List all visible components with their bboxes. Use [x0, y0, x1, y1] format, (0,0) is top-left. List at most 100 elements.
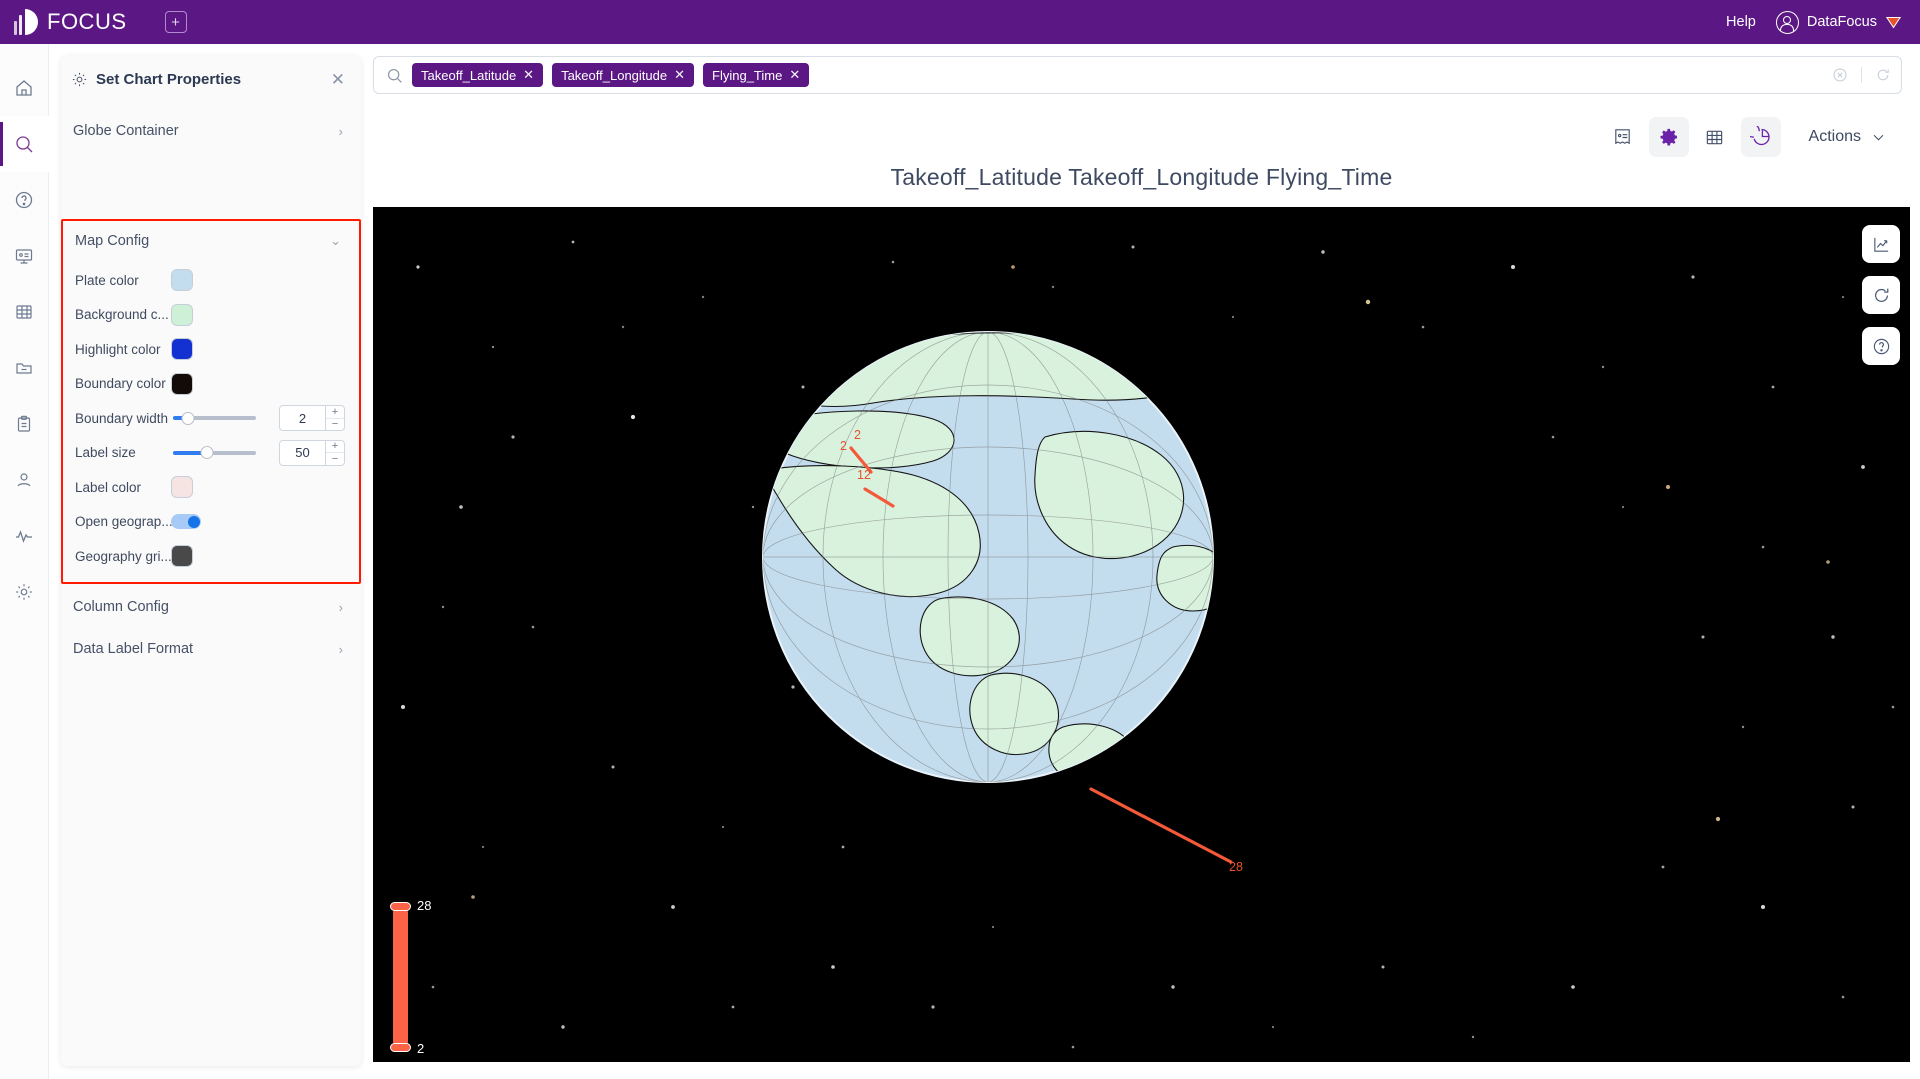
sidebar-item-settings[interactable]: [0, 564, 49, 620]
plus-square-icon[interactable]: +: [164, 11, 187, 33]
datafocus-diamond-icon: [1885, 16, 1902, 28]
sidebar-item-activity[interactable]: [0, 508, 49, 564]
left-icon-rail: [0, 44, 49, 1079]
geography-grid-color-swatch[interactable]: [171, 545, 193, 568]
legend-min-value: 2: [417, 1041, 425, 1056]
sidebar-item-user[interactable]: [0, 452, 49, 508]
stepper-decrement[interactable]: −: [326, 453, 344, 465]
label-color-swatch[interactable]: [171, 476, 193, 499]
sidebar-item-clipboard[interactable]: [0, 396, 49, 452]
user-name-label: DataFocus: [1806, 14, 1877, 30]
sidebar-item-search[interactable]: [0, 116, 49, 172]
section-data-label-format[interactable]: Data Label Format ›: [61, 628, 361, 670]
chart-properties-panel: Set Chart Properties ✕ Globe Container ›…: [61, 56, 361, 1066]
globe-visualization[interactable]: Australia 2 2 12 28 28 2: [373, 207, 1910, 1062]
map-config-section: Map Config ⌄ Plate color Background c...…: [61, 219, 361, 584]
property-label: Label color: [75, 479, 142, 495]
property-label: Boundary width: [75, 410, 169, 426]
table-grid-icon[interactable]: [1695, 117, 1735, 157]
property-row-boundary-width: Boundary width 2 + −: [63, 401, 359, 436]
section-label: Globe Container: [73, 123, 179, 139]
flight-arc-3: [1089, 787, 1233, 864]
chart-title: Takeoff_Latitude Takeoff_Longitude Flyin…: [890, 164, 1393, 190]
boundary-color-swatch[interactable]: [171, 372, 193, 395]
property-row-open-geography: Open geograp...: [63, 505, 359, 540]
property-label: Highlight color: [75, 341, 161, 357]
label-size-stepper[interactable]: 50 + −: [279, 439, 345, 466]
property-row-label-size: Label size 50 + −: [63, 436, 359, 471]
property-row-geography-grid: Geography gri...: [63, 539, 359, 574]
stepper-increment[interactable]: +: [326, 441, 344, 454]
top-navigation-bar: FOCUS + Help DataFocus: [0, 0, 1920, 44]
property-row-label-color: Label color: [63, 470, 359, 505]
close-icon[interactable]: ✕: [331, 71, 345, 88]
close-icon[interactable]: ✕: [523, 67, 534, 83]
receipt-icon[interactable]: [1603, 117, 1643, 157]
search-icon: [386, 67, 403, 84]
arc-label-0: 2: [854, 428, 861, 442]
globe-sphere[interactable]: Australia 2 2 12 28: [373, 207, 1910, 1062]
token-label: Takeoff_Latitude: [421, 67, 517, 83]
property-label: Open geograp...: [75, 514, 173, 530]
color-legend[interactable]: 28 2: [385, 896, 445, 1056]
stepper-increment[interactable]: +: [326, 406, 344, 419]
token-label: Takeoff_Longitude: [561, 67, 668, 83]
question-circle-icon[interactable]: [1862, 327, 1900, 365]
panel-title: Set Chart Properties: [96, 70, 242, 88]
label-size-slider[interactable]: [173, 445, 256, 461]
sidebar-item-folder[interactable]: [0, 340, 49, 396]
section-label: Column Config: [73, 599, 169, 615]
clear-circle-icon[interactable]: [1832, 67, 1848, 83]
section-globe-container[interactable]: Globe Container ›: [61, 110, 361, 152]
user-circle-icon: [1775, 10, 1799, 34]
arc-label-1: 2: [840, 439, 847, 453]
stepper-decrement[interactable]: −: [326, 419, 344, 431]
focus-logo-mark: [14, 9, 38, 35]
search-token-flying-time[interactable]: Flying_Time ✕: [703, 63, 810, 87]
panel-header: Set Chart Properties ✕: [61, 56, 361, 102]
divider: [1861, 67, 1862, 83]
close-icon[interactable]: ✕: [674, 67, 685, 83]
legend-handle-min[interactable]: [390, 1043, 411, 1052]
section-map-config[interactable]: Map Config ⌄: [63, 221, 359, 261]
brand-logo: FOCUS: [14, 9, 127, 35]
globe-side-toolbar: [1862, 225, 1900, 365]
actions-button[interactable]: Actions: [1809, 128, 1886, 146]
boundary-width-slider[interactable]: [173, 410, 256, 426]
highlighted-country-australia: [976, 778, 1161, 782]
open-geography-toggle[interactable]: [171, 514, 201, 530]
chevron-right-icon: ›: [338, 123, 343, 139]
refresh-icon[interactable]: [1875, 67, 1891, 83]
property-row-highlight-color: Highlight color: [63, 332, 359, 367]
search-bar[interactable]: Takeoff_Latitude ✕ Takeoff_Longitude ✕ F…: [373, 56, 1902, 94]
actions-label: Actions: [1808, 128, 1861, 145]
refresh-icon[interactable]: [1862, 276, 1900, 314]
sidebar-item-table[interactable]: [0, 284, 49, 340]
search-token-takeoff-latitude[interactable]: Takeoff_Latitude ✕: [412, 63, 544, 87]
chart-toolbar: Actions: [373, 112, 1910, 162]
user-menu[interactable]: DataFocus: [1775, 10, 1902, 34]
pie-chart-icon[interactable]: [1740, 117, 1781, 157]
legend-gradient-bar: [393, 906, 408, 1048]
property-label: Plate color: [75, 272, 139, 288]
sidebar-item-presentation[interactable]: [0, 228, 49, 284]
country-label-australia: Australia: [1036, 812, 1097, 841]
gear-icon: [71, 71, 88, 88]
search-token-takeoff-longitude[interactable]: Takeoff_Longitude ✕: [552, 63, 695, 87]
sidebar-item-help[interactable]: [0, 172, 49, 228]
close-icon[interactable]: ✕: [789, 67, 800, 83]
token-label: Flying_Time: [712, 67, 783, 83]
property-row-background-color: Background c...: [63, 298, 359, 333]
boundary-width-stepper[interactable]: 2 + −: [279, 405, 345, 432]
gear-icon[interactable]: [1648, 117, 1689, 157]
highlight-color-swatch[interactable]: [171, 338, 193, 361]
legend-handle-max[interactable]: [390, 902, 411, 911]
trend-chart-icon[interactable]: [1862, 225, 1900, 263]
plate-color-swatch[interactable]: [171, 269, 193, 292]
help-link[interactable]: Help: [1726, 14, 1756, 30]
sidebar-item-home[interactable]: [0, 60, 49, 116]
chevron-right-icon: ›: [338, 599, 343, 615]
section-column-config[interactable]: Column Config ›: [61, 586, 361, 628]
background-color-swatch[interactable]: [171, 303, 193, 326]
main-content: Takeoff_Latitude ✕ Takeoff_Longitude ✕ F…: [373, 56, 1910, 1066]
